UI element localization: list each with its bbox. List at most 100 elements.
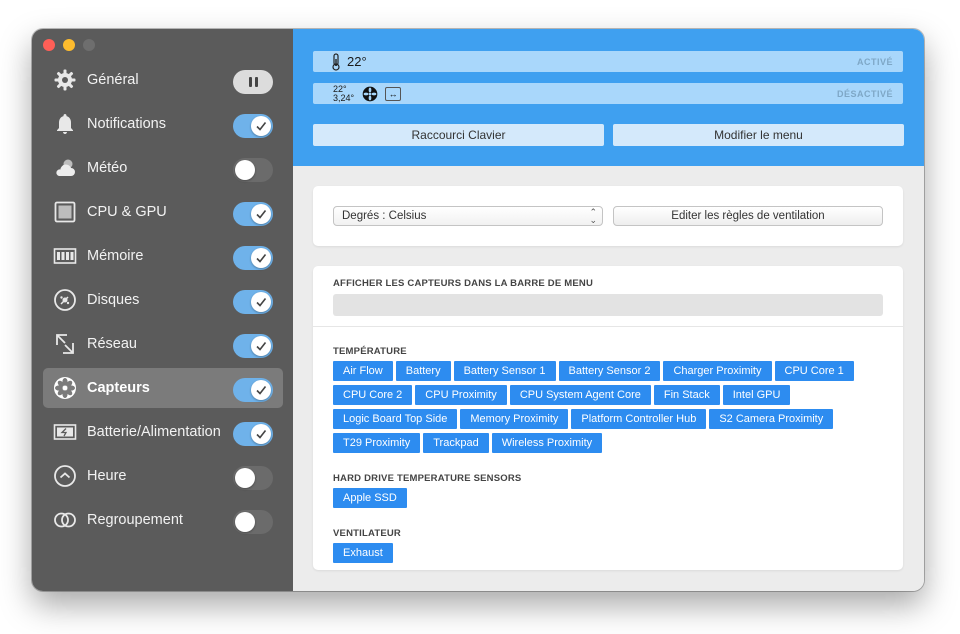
sidebar-item-weather[interactable]: Météo (43, 148, 283, 188)
main-panel: 22° ACTIVÉ 22° 3,24° ↔ DÉSACTIVÉ Raccour… (293, 29, 924, 591)
sidebar-item-label: Général (87, 72, 139, 88)
checkmark-icon (251, 292, 271, 312)
temperature-sensor-list: Air Flow Battery Battery Sensor 1 Battery S… (333, 361, 893, 457)
sensor-chip[interactable]: Memory Proximity (460, 409, 569, 429)
cpu-gpu-toggle[interactable] (233, 202, 273, 226)
sidebar-item-label: Heure (87, 468, 127, 484)
sensor-chip[interactable]: Intel GPU (722, 385, 791, 405)
sensor-chip[interactable]: T29 Proximity (333, 433, 421, 453)
window-controls (43, 39, 95, 51)
settings-card: Degrés : Celsius ⌃ ⌄ Editer les règles de… (313, 186, 903, 246)
sensor-chip[interactable]: Fin Stack (653, 385, 720, 405)
temperature-unit-select[interactable]: Degrés : Celsius ⌃ ⌄ (333, 206, 603, 226)
sidebar-item-memory[interactable]: Mémoire (43, 236, 283, 276)
sidebar-item-label: Capteurs (87, 380, 150, 396)
gear-icon (52, 67, 78, 93)
sidebar-item-label: Regroupement (87, 512, 183, 528)
sidebar-item-label: Notifications (87, 116, 166, 132)
battery-icon (52, 419, 78, 445)
network-toggle[interactable] (233, 334, 273, 358)
grouping-toggle[interactable] (233, 510, 273, 534)
sidebar-item-grouping[interactable]: Regroupement (43, 500, 283, 540)
thermometer-icon (332, 52, 340, 71)
arrows-icon: ↔ (385, 86, 402, 101)
sidebar-item-label: Batterie/Alimentation (87, 424, 221, 440)
preview-temperature: 22° (347, 54, 367, 69)
group-icon (52, 507, 78, 533)
cpu-icon (52, 199, 78, 225)
clock-icon (52, 463, 78, 489)
sensor-chip[interactable]: Battery (395, 361, 451, 381)
sensor-chip[interactable]: Air Flow (333, 361, 393, 381)
sensor-chip[interactable]: Exhaust (333, 543, 393, 563)
preview-stacked-values: 22° 3,24° (333, 83, 355, 103)
minimize-window-button[interactable] (63, 39, 75, 51)
sensor-chip[interactable]: Platform Controller Hub (571, 409, 707, 429)
weather-toggle[interactable] (233, 158, 273, 182)
sidebar-item-sensors[interactable]: Capteurs (43, 368, 283, 408)
menubar-preview-active[interactable]: 22° ACTIVÉ (313, 51, 903, 72)
fan-icon (362, 86, 378, 101)
sidebar-item-disks[interactable]: Disques (43, 280, 283, 320)
select-arrows-icon: ⌃ ⌄ (589, 207, 597, 225)
sensor-chip[interactable]: Wireless Proximity (491, 433, 603, 453)
sensor-chip[interactable]: Charger Proximity (663, 361, 772, 381)
sidebar-item-label: CPU & GPU (87, 204, 167, 220)
checkmark-icon (251, 336, 271, 356)
status-badge: ACTIVÉ (856, 57, 893, 67)
app-window: Général Notifications Météo CPU & GPU Mé… (32, 29, 924, 591)
disk-icon (52, 287, 78, 313)
menubar-drop-zone[interactable] (333, 294, 883, 316)
disks-toggle[interactable] (233, 290, 273, 314)
sidebar-item-network[interactable]: Réseau (43, 324, 283, 364)
time-toggle[interactable] (233, 466, 273, 490)
memory-toggle[interactable] (233, 246, 273, 270)
sensor-chip[interactable]: CPU Proximity (415, 385, 507, 405)
sidebar-item-cpu-gpu[interactable]: CPU & GPU (43, 192, 283, 232)
section-title: TEMPÉRATURE (333, 346, 407, 357)
close-window-button[interactable] (43, 39, 55, 51)
fan-icon (52, 375, 78, 401)
keyboard-shortcut-button[interactable]: Raccourci Clavier (313, 124, 604, 146)
sidebar-item-label: Réseau (87, 336, 137, 352)
sidebar-item-label: Météo (87, 160, 128, 176)
sensor-chip[interactable]: CPU Core 2 (333, 385, 413, 405)
bell-icon (52, 111, 78, 137)
sensor-chip[interactable]: CPU Core 1 (774, 361, 854, 381)
menubar-preview-inactive[interactable]: 22° 3,24° ↔ DÉSACTIVÉ (313, 83, 903, 104)
network-icon (52, 331, 78, 357)
menubar-preview-header: 22° ACTIVÉ 22° 3,24° ↔ DÉSACTIVÉ Raccour… (293, 29, 924, 166)
hdd-sensor-list: Apple SSD (333, 488, 893, 512)
edit-menu-button[interactable]: Modifier le menu (613, 124, 904, 146)
sensor-chip[interactable]: S2 Camera Proximity (709, 409, 834, 429)
checkmark-icon (251, 204, 271, 224)
memory-icon (52, 243, 78, 269)
sensor-chip[interactable]: CPU System Agent Core (509, 385, 651, 405)
section-title: AFFICHER LES CAPTEURS DANS LA BARRE DE M… (333, 278, 594, 289)
checkmark-icon (251, 380, 271, 400)
checkmark-icon (251, 248, 271, 268)
zoom-window-button[interactable] (83, 39, 95, 51)
sensor-chip[interactable]: Trackpad (423, 433, 489, 453)
sensor-chip[interactable]: Logic Board Top Side (333, 409, 458, 429)
battery-toggle[interactable] (233, 422, 273, 446)
sidebar-item-battery[interactable]: Batterie/Alimentation (43, 412, 283, 452)
sensors-toggle[interactable] (233, 378, 273, 402)
sidebar-item-time[interactable]: Heure (43, 456, 283, 496)
sidebar-nav: Général Notifications Météo CPU & GPU Mé… (43, 60, 283, 544)
sidebar-item-notifications[interactable]: Notifications (43, 104, 283, 144)
sidebar-item-general[interactable]: Général (43, 60, 283, 100)
section-title: VENTILATEUR (333, 528, 401, 539)
fan-rules-button[interactable]: Editer les règles de ventilation (613, 206, 883, 226)
sensor-chip[interactable]: Apple SSD (333, 488, 407, 508)
sensor-chip[interactable]: Battery Sensor 1 (453, 361, 556, 381)
pause-toggle[interactable] (233, 70, 273, 94)
fan-sensor-list: Exhaust (333, 543, 893, 567)
checkmark-icon (251, 424, 271, 444)
sidebar: Général Notifications Météo CPU & GPU Mé… (32, 29, 293, 591)
sensor-chip[interactable]: Battery Sensor 2 (558, 361, 661, 381)
sidebar-item-label: Disques (87, 292, 140, 308)
notifications-toggle[interactable] (233, 114, 273, 138)
weather-icon (52, 155, 78, 181)
divider (313, 326, 903, 327)
